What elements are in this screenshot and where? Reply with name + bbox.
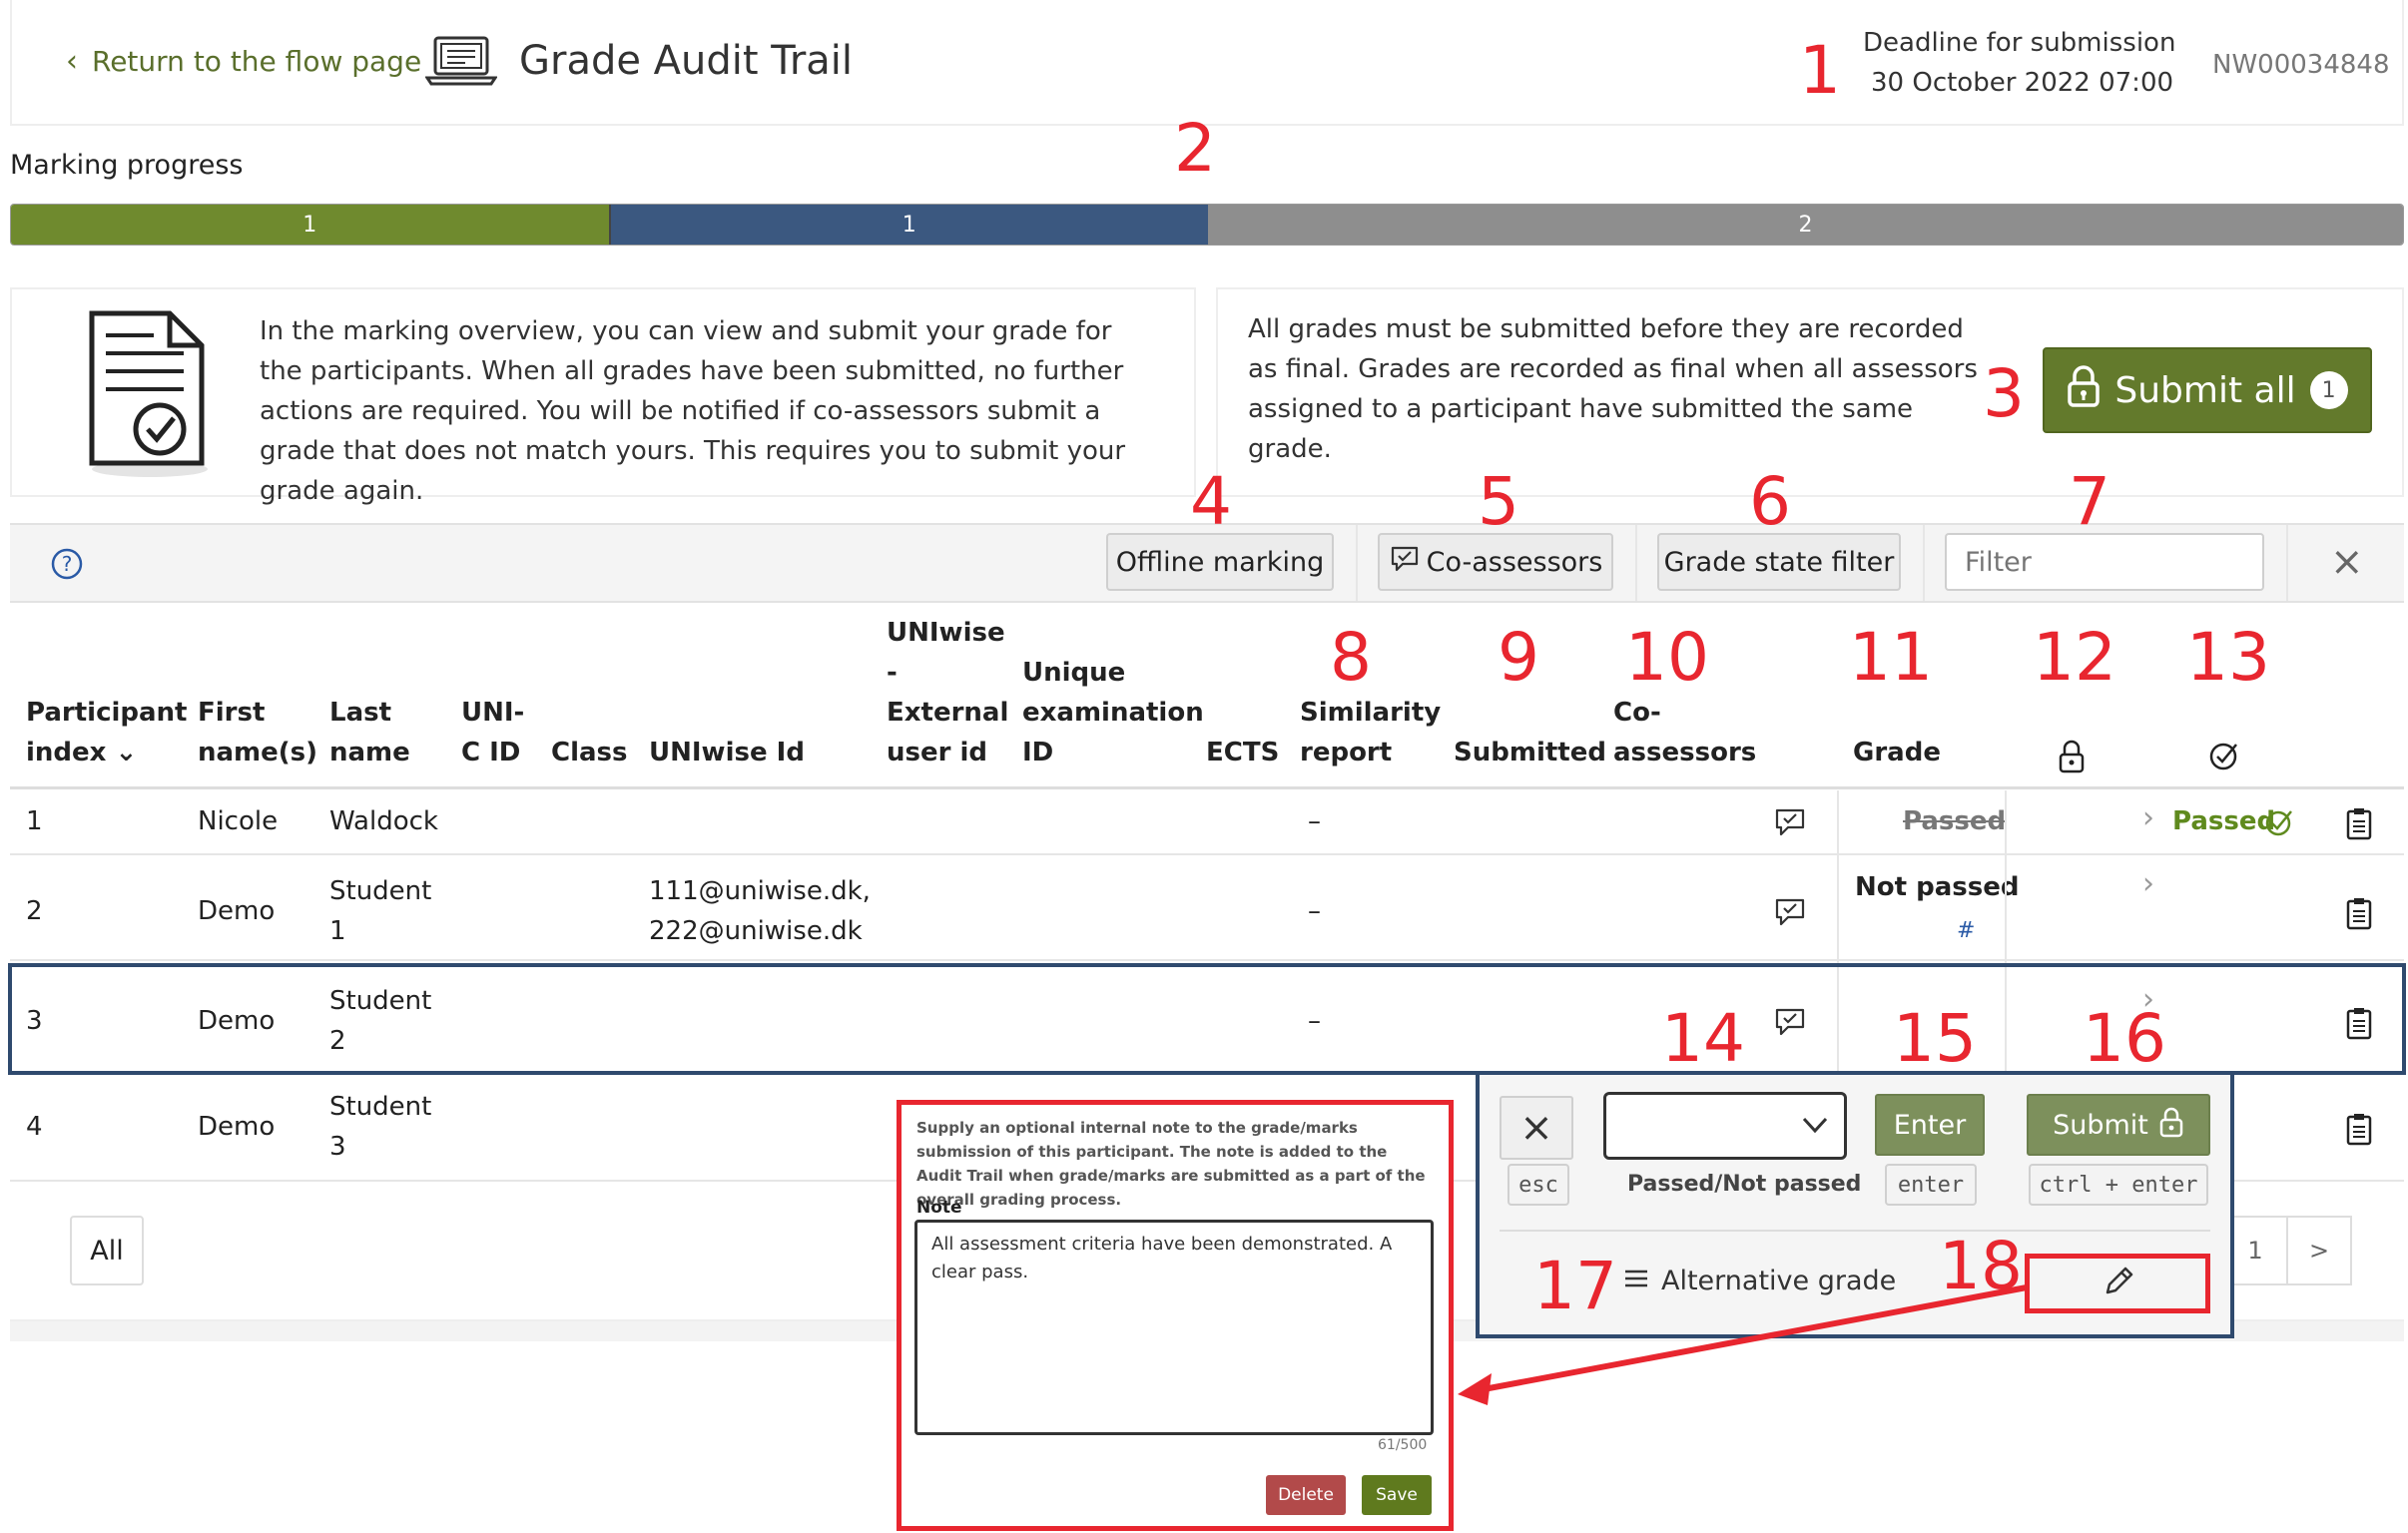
annotation-9: 9 [1498, 619, 1539, 696]
annotation-4: 4 [1190, 463, 1232, 540]
annotation-5: 5 [1478, 463, 1519, 540]
annotation-18: 18 [1939, 1228, 2023, 1304]
red-arrow [1458, 1284, 2028, 1405]
annotation-11: 11 [1849, 619, 1933, 696]
annotation-6: 6 [1749, 463, 1791, 540]
annotation-7: 7 [2069, 463, 2110, 540]
annotation-13: 13 [2186, 619, 2270, 696]
annotation-8: 8 [1330, 619, 1372, 696]
annotation-12: 12 [2033, 619, 2116, 696]
annotation-14: 14 [1661, 1000, 1745, 1077]
annotation-15: 15 [1893, 1000, 1977, 1077]
annotation-3: 3 [1983, 355, 2025, 432]
annotation-1: 1 [1799, 32, 1841, 109]
annotation-17: 17 [1533, 1248, 1617, 1324]
annotation-16: 16 [2083, 1000, 2166, 1077]
annotation-2: 2 [1174, 110, 1216, 187]
annotation-10: 10 [1625, 619, 1709, 696]
